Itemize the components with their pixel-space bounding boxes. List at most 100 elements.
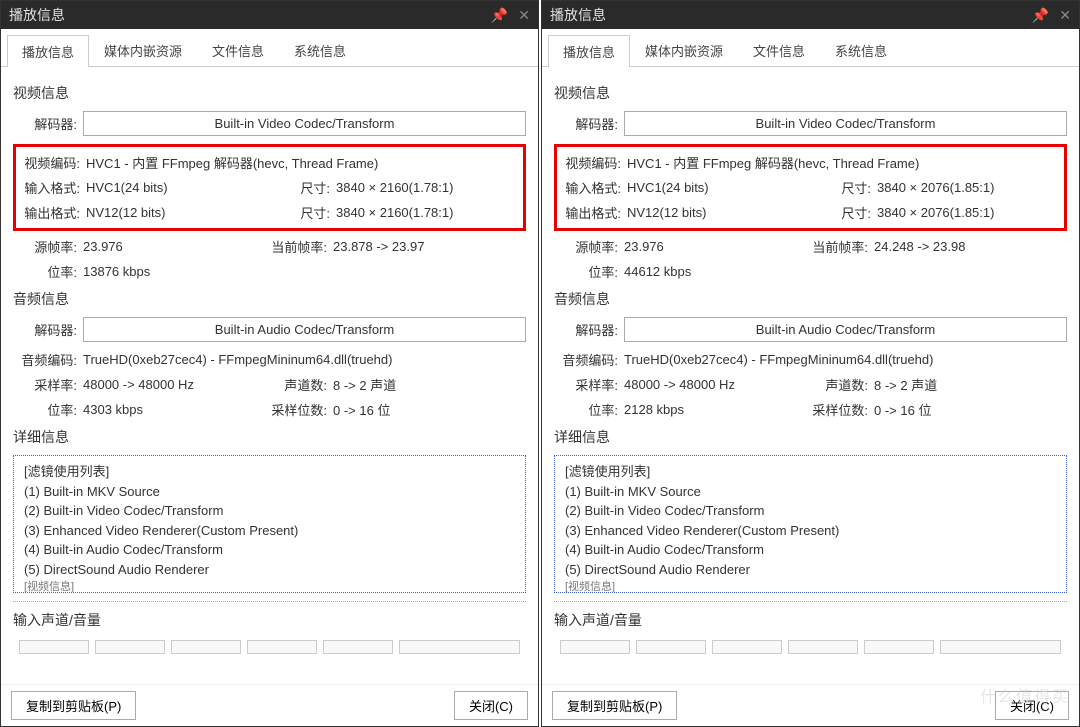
tab-fileinfo[interactable]: 文件信息: [197, 34, 279, 66]
close-button[interactable]: 关闭(C): [454, 691, 528, 720]
filter-header: [滤镜使用列表]: [24, 462, 515, 482]
audio-section-title: 音频信息: [554, 289, 1067, 309]
channel-bars: [554, 638, 1067, 656]
channel-bar: [940, 640, 1061, 654]
out-size-label: 尺寸: [236, 203, 336, 222]
src-fps-value: 23.976: [83, 239, 233, 254]
right-panel: 播放信息 📌 ✕ 播放信息 媒体内嵌资源 文件信息 系统信息 视频信息 解码器 …: [541, 0, 1080, 727]
tab-sysinfo[interactable]: 系统信息: [820, 34, 902, 66]
window-title: 播放信息: [550, 5, 1032, 25]
input-fmt-value: HVC1(24 bits): [627, 180, 777, 195]
sample-bits-label: 采样位数: [233, 400, 333, 419]
decoder-label: 解码器: [13, 114, 83, 133]
filter-line-5: (5) DirectSound Audio Renderer: [565, 560, 1056, 580]
filter-cut: [视频信息]: [24, 579, 515, 593]
sample-bits-value: 0 -> 16 位: [874, 400, 1067, 419]
tab-sysinfo[interactable]: 系统信息: [279, 34, 361, 66]
filter-line-2: (2) Built-in Video Codec/Transform: [565, 501, 1056, 521]
tabs: 播放信息 媒体内嵌资源 文件信息 系统信息: [1, 29, 538, 67]
channel-bar: [560, 640, 630, 654]
filter-line-1: (1) Built-in MKV Source: [24, 482, 515, 502]
filter-line-4: (4) Built-in Audio Codec/Transform: [565, 540, 1056, 560]
content: 视频信息 解码器 Built-in Video Codec/Transform …: [1, 67, 538, 684]
channel-bar: [171, 640, 241, 654]
input-fmt-label: 输入格式: [557, 178, 627, 197]
tab-fileinfo[interactable]: 文件信息: [738, 34, 820, 66]
filter-line-3: (3) Enhanced Video Renderer(Custom Prese…: [24, 521, 515, 541]
pin-icon[interactable]: 📌: [1032, 7, 1049, 24]
audio-decoder-button[interactable]: Built-in Audio Codec/Transform: [624, 317, 1067, 342]
v-bitrate-value: 44612 kbps: [624, 264, 1067, 279]
filter-list-box[interactable]: [滤镜使用列表] (1) Built-in MKV Source (2) Bui…: [554, 455, 1067, 593]
sample-bits-value: 0 -> 16 位: [333, 400, 526, 419]
filter-list-box[interactable]: [滤镜使用列表] (1) Built-in MKV Source (2) Bui…: [13, 455, 526, 593]
filter-cut: [视频信息]: [565, 579, 1056, 593]
channel-bar: [247, 640, 317, 654]
video-codec-value: HVC1 - 内置 FFmpeg 解码器(hevc, Thread Frame): [627, 153, 1064, 172]
detail-section-title: 详细信息: [554, 427, 1067, 447]
channel-bar: [399, 640, 520, 654]
filter-line-5: (5) DirectSound Audio Renderer: [24, 560, 515, 580]
in-size-value: 3840 × 2076(1.85:1): [877, 180, 1064, 195]
close-icon[interactable]: ✕: [518, 7, 530, 24]
v-bitrate-label: 位率: [13, 262, 83, 281]
audio-decoder-button[interactable]: Built-in Audio Codec/Transform: [83, 317, 526, 342]
channels-label: 声道数: [774, 375, 874, 394]
v-bitrate-value: 13876 kbps: [83, 264, 526, 279]
video-section-title: 视频信息: [13, 83, 526, 103]
src-fps-label: 源帧率: [554, 237, 624, 256]
close-icon[interactable]: ✕: [1059, 7, 1071, 24]
left-panel: 播放信息 📌 ✕ 播放信息 媒体内嵌资源 文件信息 系统信息 视频信息 解码器 …: [0, 0, 539, 727]
titlebar: 播放信息 📌 ✕: [542, 1, 1079, 29]
video-codec-label: 视频编码: [557, 153, 627, 172]
a-bitrate-label: 位率: [554, 400, 624, 419]
filter-line-2: (2) Built-in Video Codec/Transform: [24, 501, 515, 521]
sample-bits-label: 采样位数: [774, 400, 874, 419]
video-codec-label: 视频编码: [16, 153, 86, 172]
channel-bar: [712, 640, 782, 654]
channel-bar: [19, 640, 89, 654]
output-fmt-label: 输出格式: [557, 203, 627, 222]
output-fmt-label: 输出格式: [16, 203, 86, 222]
v-bitrate-label: 位率: [554, 262, 624, 281]
audio-codec-label: 音频编码: [13, 350, 83, 369]
pin-icon[interactable]: 📌: [491, 7, 508, 24]
tab-playback-info[interactable]: 播放信息: [548, 35, 630, 67]
cur-fps-value: 24.248 -> 23.98: [874, 239, 1067, 254]
channel-bar: [323, 640, 393, 654]
audio-codec-value: TrueHD(0xeb27cec4) - FFmpegMininum64.dll…: [83, 352, 526, 367]
filter-line-1: (1) Built-in MKV Source: [565, 482, 1056, 502]
highlight-box: 视频编码 HVC1 - 内置 FFmpeg 解码器(hevc, Thread F…: [13, 144, 526, 231]
channels-value: 8 -> 2 声道: [874, 375, 1067, 394]
detail-section-title: 详细信息: [13, 427, 526, 447]
output-fmt-value: NV12(12 bits): [627, 205, 777, 220]
in-size-value: 3840 × 2160(1.78:1): [336, 180, 523, 195]
a-bitrate-value: 2128 kbps: [624, 402, 774, 417]
input-fmt-value: HVC1(24 bits): [86, 180, 236, 195]
channel-bar: [788, 640, 858, 654]
sample-label: 采样率: [554, 375, 624, 394]
channels-value: 8 -> 2 声道: [333, 375, 526, 394]
sample-label: 采样率: [13, 375, 83, 394]
copy-button[interactable]: 复制到剪贴板(P): [11, 691, 136, 720]
window-title: 播放信息: [9, 5, 491, 25]
channel-section-title: 输入声道/音量: [554, 610, 1067, 630]
filter-line-4: (4) Built-in Audio Codec/Transform: [24, 540, 515, 560]
output-fmt-value: NV12(12 bits): [86, 205, 236, 220]
channel-section-title: 输入声道/音量: [13, 610, 526, 630]
decoder-label: 解码器: [554, 114, 624, 133]
copy-button[interactable]: 复制到剪贴板(P): [552, 691, 677, 720]
audio-section-title: 音频信息: [13, 289, 526, 309]
video-decoder-button[interactable]: Built-in Video Codec/Transform: [83, 111, 526, 136]
out-size-value: 3840 × 2076(1.85:1): [877, 205, 1064, 220]
cur-fps-label: 当前帧率: [774, 237, 874, 256]
audio-codec-value: TrueHD(0xeb27cec4) - FFmpegMininum64.dll…: [624, 352, 1067, 367]
video-decoder-button[interactable]: Built-in Video Codec/Transform: [624, 111, 1067, 136]
tab-embedded[interactable]: 媒体内嵌资源: [630, 34, 738, 66]
tab-embedded[interactable]: 媒体内嵌资源: [89, 34, 197, 66]
filter-header: [滤镜使用列表]: [565, 462, 1056, 482]
tab-playback-info[interactable]: 播放信息: [7, 35, 89, 67]
channel-bar: [864, 640, 934, 654]
sample-value: 48000 -> 48000 Hz: [624, 377, 774, 392]
channel-bar: [95, 640, 165, 654]
